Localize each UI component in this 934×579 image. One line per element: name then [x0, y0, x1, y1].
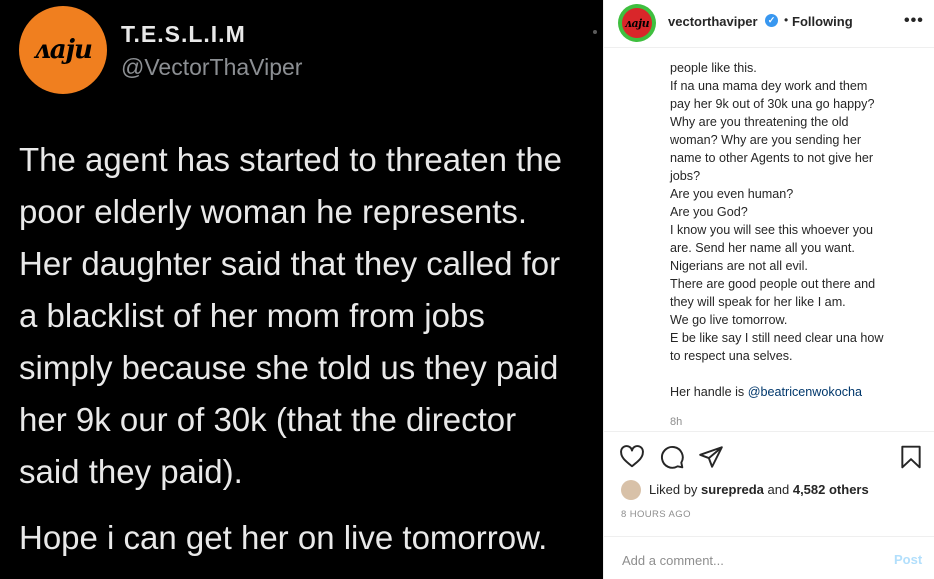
tweet-line: said they paid). [19, 453, 243, 490]
caption-line: jobs? [670, 169, 701, 183]
comment-box: Post [604, 536, 934, 579]
post-header: ᴧaju vectorthaviper ✓ • Following ••• [604, 0, 934, 48]
instagram-post-view: ᴧaju T.E.S.L.I.M @VectorThaViper The age… [0, 0, 934, 579]
likes-text: Liked by surepreda and 4,582 others [649, 482, 869, 497]
tweet-line: her 9k our of 30k (that the director [19, 401, 517, 438]
tweet-handle: @VectorThaViper [121, 54, 303, 80]
mention-link[interactable]: @beatricenwokocha [748, 385, 862, 399]
tweet-line: poor elderly woman he represents. [19, 193, 528, 230]
caption-line: Nigerians are not all evil. [670, 259, 808, 273]
profile-avatar-inner: ᴧaju [622, 8, 652, 38]
tweet-line: a blacklist of her mom from jobs [19, 297, 485, 334]
tweet-line: Her daughter said that they called for [19, 245, 561, 282]
comment-input[interactable] [620, 549, 874, 571]
profile-avatar-logo: ᴧaju [624, 16, 650, 30]
verified-badge-icon: ✓ [765, 14, 778, 27]
caption-line: Are you even human? [670, 187, 794, 201]
caption-scrollbar[interactable] [926, 48, 929, 430]
caption: people like this. If na una mama dey wor… [670, 59, 920, 401]
liker-username-link[interactable]: surepreda [701, 482, 764, 497]
tweet-last-line: Hope i can get her on live tomorrow. [19, 519, 548, 556]
heart-icon[interactable] [619, 444, 645, 470]
caption-line: E be like say I still need clear una how [670, 331, 884, 345]
post-media[interactable]: ᴧaju T.E.S.L.I.M @VectorThaViper The age… [0, 0, 603, 579]
tweet-avatar: ᴧaju [19, 6, 107, 94]
header-separator: • [784, 13, 789, 27]
action-bar [604, 431, 934, 481]
media-dot-icon [593, 30, 597, 34]
caption-line: Why are you threatening the old [670, 115, 849, 129]
caption-line: to respect una selves. [670, 349, 793, 363]
following-button[interactable]: Following [792, 14, 853, 29]
tweet-display-name: T.E.S.L.I.M [121, 21, 246, 47]
caption-handle-line: Her handle is @beatricenwokocha [670, 383, 920, 401]
caption-line: I know you will see this whoever you [670, 223, 873, 237]
post-timestamp[interactable]: 8 HOURS AGO [621, 509, 691, 520]
likes-middle: and [763, 482, 793, 497]
caption-handle-prefix: Her handle is [670, 385, 748, 399]
tweet-avatar-logo: ᴧaju [34, 35, 93, 65]
post-comment-button[interactable]: Post [894, 552, 922, 567]
caption-age: 8h [670, 416, 683, 428]
tweet-line: simply because she told us they paid [19, 349, 559, 386]
username-link[interactable]: vectorthaviper [668, 14, 758, 29]
likes-summary: Liked by surepreda and 4,582 others [621, 480, 921, 500]
liker-avatar[interactable] [621, 480, 641, 500]
post-side-panel: ᴧaju vectorthaviper ✓ • Following ••• pe… [603, 0, 934, 579]
caption-line: pay her 9k out of 30k una go happy? [670, 97, 875, 111]
more-options-icon[interactable]: ••• [904, 12, 924, 30]
tweet-line: The agent has started to threaten the [19, 141, 563, 178]
caption-line: There are good people out there and [670, 277, 876, 291]
caption-line: name to other Agents to not give her [670, 151, 874, 165]
profile-avatar[interactable]: ᴧaju [618, 4, 656, 42]
caption-line: woman? Why are you sending her [670, 133, 862, 147]
caption-line: If na una mama dey work and them [670, 79, 868, 93]
share-icon[interactable] [698, 444, 724, 470]
caption-line: they will speak for her like I am. [670, 295, 846, 309]
tweet-text: The agent has started to threaten the po… [19, 134, 603, 498]
likes-prefix: Liked by [649, 482, 702, 497]
caption-line: are. Send her name all you want. [670, 241, 855, 255]
comment-icon[interactable] [659, 444, 685, 470]
caption-line: We go live tomorrow. [670, 313, 788, 327]
likes-count-link[interactable]: 4,582 others [793, 482, 869, 497]
caption-line: Are you God? [670, 205, 748, 219]
bookmark-icon[interactable] [898, 444, 924, 470]
caption-line: people like this. [670, 61, 757, 75]
